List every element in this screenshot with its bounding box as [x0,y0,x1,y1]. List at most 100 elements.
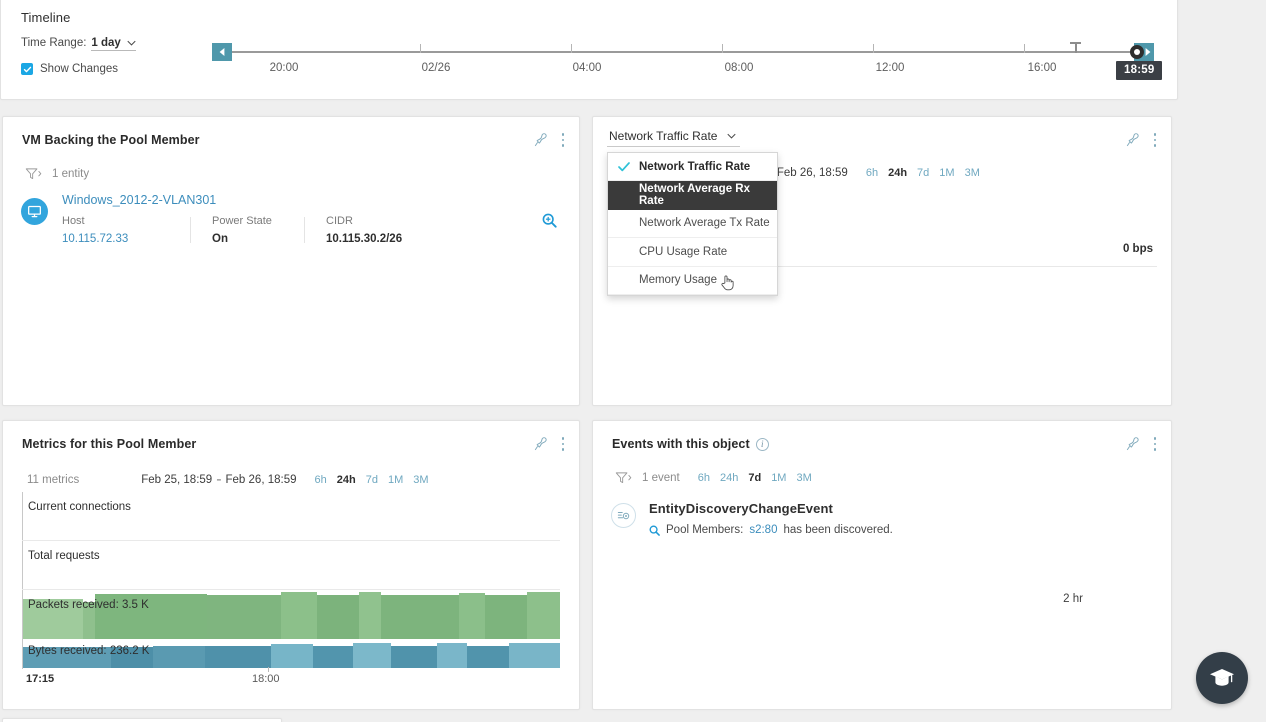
range-24h[interactable]: 24h [337,474,356,486]
dropdown-item-label: Memory Usage [639,274,717,287]
timeline-current-time-badge: 18:59 [1116,61,1163,80]
pin-icon[interactable] [534,132,548,148]
field-value: 10.115.30.2/26 [326,233,403,245]
range-1M[interactable]: 1M [388,474,403,486]
filter-icon[interactable] [25,167,42,181]
field-value[interactable]: 10.115.72.33 [62,233,170,245]
range-7d[interactable]: 7d [366,474,378,486]
card-header: VM Backing the Pool Member [3,117,579,151]
metric-row-bytes-received[interactable]: Bytes received: 236.2 K [22,642,560,668]
event-title[interactable]: EntityDiscoveryChangeEvent [649,501,893,516]
chevron-down-icon [727,133,737,139]
events-card: Events with this object i 1 event 6h 24h… [592,420,1172,710]
show-changes-label: Show Changes [40,63,118,75]
card-menu-button[interactable] [561,436,565,452]
pin-icon[interactable] [1126,436,1140,452]
timeline-current-knob[interactable] [1130,45,1144,59]
time-range-label: Time Range: [21,37,87,49]
range-24h[interactable]: 24h [720,472,738,484]
card-menu-button[interactable] [1153,132,1157,148]
timeline-track[interactable] [216,44,1141,53]
magnifier-icon[interactable] [542,213,557,228]
pin-icon[interactable] [534,436,548,452]
metric-row-label: Packets received: 3.5 K [28,599,149,611]
dropdown-item-network-traffic-rate[interactable]: Network Traffic Rate [608,153,777,182]
chevron-down-icon [127,40,136,46]
dropdown-item-network-average-rx-rate[interactable]: Network Average Rx Rate [608,181,777,210]
network-traffic-card: - Feb 26, 18:59 6h 24h 7d 1M 3M 0 bps Ne… [592,116,1172,406]
vm-filter-row: 1 entity [3,151,579,181]
metric-select-trigger[interactable]: Network Traffic Rate [607,129,741,147]
card-menu-button[interactable] [561,132,565,148]
card-menu-button[interactable] [1153,436,1157,452]
x-axis-label: 17:15 [26,673,55,685]
card-title: Events with this object [612,437,750,451]
timeline-handle-left[interactable] [212,43,232,61]
timeline-card: Timeline Time Range: 1 day Show Changes [0,0,1178,100]
range-6h[interactable]: 6h [866,167,878,179]
event-desc-suffix: has been discovered. [783,524,893,536]
time-range-select[interactable]: 1 day [91,37,136,51]
range-6h[interactable]: 6h [698,472,710,484]
range-7d[interactable]: 7d [748,472,761,484]
entity-name-link[interactable]: Windows_2012-2-VLAN301 [62,193,579,207]
graduation-cap-icon [1210,669,1234,686]
caret-left-icon [219,48,225,56]
metric-row-bars [23,590,560,639]
metric-row-current-connections[interactable]: Current connections [22,492,560,541]
card-header: Events with this object i [593,421,1171,455]
event-age: 2 hr [1063,593,1083,605]
x-axis-label: 18:00 [252,673,280,685]
field-label: Power State [212,215,272,227]
app-page: Timeline Time Range: 1 day Show Changes [0,0,1266,722]
time-range-value: 1 day [91,37,121,49]
range-1M[interactable]: 1M [771,472,786,484]
dropdown-item-label: Network Average Rx Rate [639,183,750,208]
time-range-row: Time Range: 1 day [21,37,136,51]
metric-count: 11 metrics [27,474,80,486]
card-title: VM Backing the Pool Member [22,133,200,147]
range-3M[interactable]: 3M [796,472,811,484]
dropdown-item-cpu-usage-rate[interactable]: CPU Usage Rate [608,238,777,267]
event-desc-link[interactable]: s2:80 [749,524,777,536]
vm-backing-pool-member-card: VM Backing the Pool Member 1 entity Wind… [2,116,580,406]
timeline-controls: Timeline Time Range: 1 day Show Changes [21,10,136,75]
events-range-links: 6h 24h 7d 1M 3M [698,472,812,484]
metrics-x-axis: 17:15 18:00 [22,667,560,689]
event-list-item: EntityDiscoveryChangeEvent Pool Members:… [593,485,1171,605]
range-3M[interactable]: 3M [965,167,980,179]
timeline-tick: 12:00 [875,62,905,74]
desktop-icon [21,198,48,225]
network-date-value: Feb 26, 18:59 [776,167,848,179]
entity-count: 1 entity [52,168,90,180]
range-6h[interactable]: 6h [315,474,327,486]
magnifier-icon[interactable] [649,525,660,536]
range-1M[interactable]: 1M [939,167,954,179]
filter-icon[interactable] [615,471,632,485]
dropdown-item-network-average-tx-rate[interactable]: Network Average Tx Rate [608,210,777,239]
events-filter-row: 1 event 6h 24h 7d 1M 3M [593,455,1171,485]
metric-row-packets-received[interactable]: Packets received: 3.5 K [22,590,560,639]
metric-dropdown-menu: Network Traffic Rate Network Average Rx … [607,152,778,296]
entity-fields: Host 10.115.72.33 Power State On CIDR 10… [62,215,579,245]
check-icon [618,161,630,171]
network-current-value: 0 bps [1122,243,1153,255]
info-icon[interactable]: i [755,437,769,451]
metrics-chart: Current connections Total requests Packe… [22,492,560,669]
dropdown-item-memory-usage[interactable]: Memory Usage [608,267,777,295]
field-value: On [212,233,228,245]
dropdown-item-label: Network Average Tx Rate [639,217,770,230]
timeline-change-marker[interactable] [1070,42,1081,53]
event-description: Pool Members: s2:80 has been discovered. [649,524,893,536]
field-label: Host [62,215,85,227]
range-3M[interactable]: 3M [413,474,428,486]
range-24h[interactable]: 24h [888,167,907,179]
metric-row-total-requests[interactable]: Total requests [22,541,560,590]
range-7d[interactable]: 7d [917,167,929,179]
pin-icon[interactable] [1126,132,1140,148]
help-training-button[interactable] [1196,652,1248,704]
show-changes-checkbox[interactable]: Show Changes [21,63,136,75]
network-range-row: - Feb 26, 18:59 6h 24h 7d 1M 3M [765,167,980,179]
metrics-date-separator: - [216,471,222,488]
timeline-tick: 08:00 [724,62,754,74]
